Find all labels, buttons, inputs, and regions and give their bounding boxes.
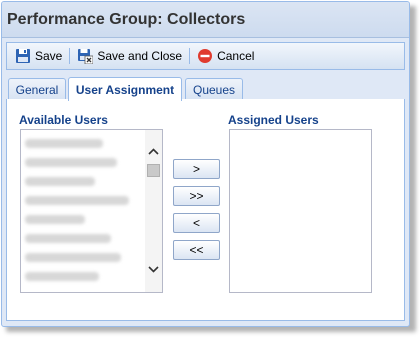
obscured-name — [25, 139, 103, 148]
user-assignment-panel: Available Users Assigned Users > >> < << — [6, 99, 405, 321]
save-button[interactable]: Save — [11, 45, 66, 67]
list-item[interactable] — [25, 172, 158, 191]
list-item[interactable] — [25, 153, 158, 172]
obscured-name — [25, 253, 121, 262]
list-item[interactable] — [25, 267, 158, 286]
list-item[interactable] — [25, 229, 158, 248]
save-and-close-label: Save and Close — [97, 49, 183, 63]
floppy-disk-icon — [16, 49, 30, 63]
available-users-label: Available Users — [19, 113, 108, 127]
available-users-list[interactable] — [20, 129, 163, 293]
title-bar: Performance Group: Collectors — [2, 2, 409, 38]
add-all-button[interactable]: >> — [173, 186, 220, 206]
tab-general[interactable]: General — [8, 78, 66, 100]
scroll-thumb[interactable] — [147, 164, 160, 177]
list-item[interactable] — [25, 210, 158, 229]
available-list-scrollbar[interactable] — [145, 130, 162, 292]
save-label: Save — [35, 49, 63, 63]
list-item[interactable] — [25, 248, 158, 267]
cancel-icon — [198, 49, 213, 63]
save-close-icon — [78, 49, 94, 64]
scroll-up-arrow-icon[interactable] — [145, 142, 162, 160]
scroll-down-arrow-icon[interactable] — [145, 260, 162, 278]
tab-strip: General User Assignment Queues — [6, 76, 405, 101]
list-item[interactable] — [25, 191, 158, 210]
obscured-name — [25, 215, 85, 224]
obscured-name — [25, 196, 129, 205]
obscured-name — [25, 272, 99, 281]
obscured-name — [25, 177, 95, 186]
cancel-button[interactable]: Cancel — [193, 45, 258, 67]
assigned-users-label: Assigned Users — [228, 113, 319, 127]
available-users-items — [21, 130, 162, 286]
assigned-users-list[interactable] — [229, 129, 372, 293]
tab-queues[interactable]: Queues — [185, 78, 243, 100]
tab-user-assignment[interactable]: User Assignment — [68, 77, 182, 101]
list-item[interactable] — [25, 134, 158, 153]
remove-selected-button[interactable]: < — [173, 213, 220, 233]
toolbar-separator — [189, 48, 191, 64]
add-selected-button[interactable]: > — [173, 159, 220, 179]
cancel-label: Cancel — [217, 49, 255, 63]
save-and-close-button[interactable]: Save and Close — [73, 45, 186, 67]
remove-all-button[interactable]: << — [173, 240, 220, 260]
toolbar-separator — [69, 48, 71, 64]
window-title: Performance Group: Collectors — [7, 10, 246, 28]
toolbar: Save Save and Close Cancel — [6, 42, 405, 70]
obscured-name — [25, 234, 111, 243]
obscured-name — [25, 158, 117, 167]
dialog-window: Performance Group: Collectors Save Save … — [1, 1, 410, 327]
